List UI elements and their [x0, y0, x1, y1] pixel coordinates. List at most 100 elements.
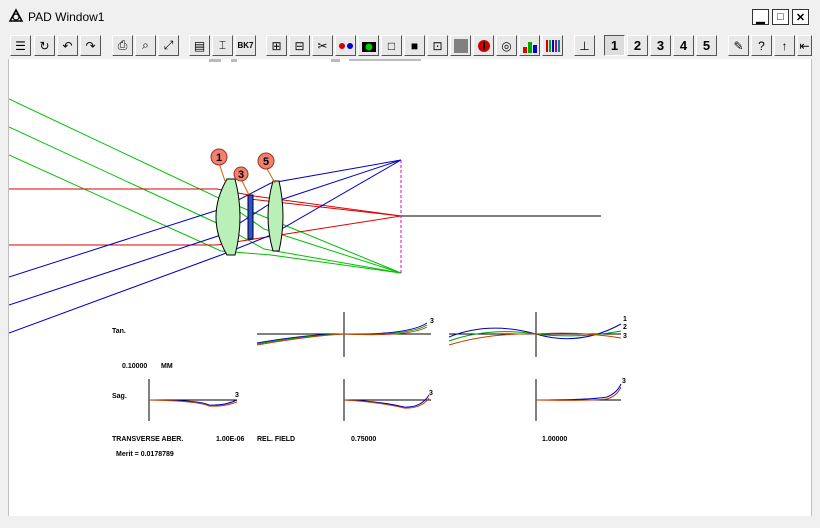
field-button-3[interactable]: 3 [650, 35, 671, 56]
target-icon: ◎ [501, 38, 512, 53]
expand-icon: ⊡ [432, 38, 443, 53]
refresh-button[interactable]: ↻ [34, 35, 55, 56]
hidden-header-mark [331, 59, 340, 62]
red-ray [9, 188, 402, 217]
stop-button[interactable] [473, 35, 494, 56]
field-button-4-label: 4 [679, 38, 688, 53]
lens-element-2[interactable] [247, 194, 254, 240]
aberration-title: TRANSVERSE ABER. [112, 436, 183, 443]
redo-icon: ↷ [85, 38, 96, 53]
magnifier-icon: ⌕ [142, 38, 149, 52]
table-icon: ⌶ [218, 38, 227, 52]
empty-square-icon: □ [387, 38, 396, 53]
sag-curve-label: 3 [235, 392, 239, 399]
sag-curve-3 [148, 399, 238, 407]
blue-ray [8, 159, 402, 278]
ruler-button[interactable]: ⊥ [574, 35, 595, 56]
camera-icon [361, 41, 376, 52]
undo-icon: ↶ [62, 38, 73, 53]
black-box-button[interactable]: ■ [404, 35, 425, 56]
color-graph-button[interactable] [519, 35, 540, 56]
white-box-button[interactable]: □ [381, 35, 402, 56]
tan-curve-label: 3 [430, 318, 434, 325]
adjust-button[interactable]: ☰ [10, 35, 31, 56]
dots-button[interactable] [335, 35, 356, 56]
label-leader [265, 166, 276, 184]
draw-button[interactable]: ✎ [728, 35, 749, 56]
maximize-button[interactable]: □ [772, 9, 789, 25]
scale-unit: MM [161, 363, 173, 370]
wavelength-value: 1.00E-06 [216, 436, 245, 443]
ray-table-button[interactable]: ⌶ [212, 35, 233, 56]
app-icon [8, 8, 24, 22]
tan-curve-3 [448, 332, 622, 346]
first-button[interactable]: ⇤ [797, 35, 812, 56]
redo-button[interactable]: ↷ [80, 35, 101, 56]
field-button-1-label: 1 [610, 38, 619, 53]
tan-plot-field-2: 3 [256, 312, 434, 357]
spreadsheet-button[interactable]: ▤ [189, 35, 210, 56]
scissors-icon: ✂ [317, 38, 328, 53]
field-button-4[interactable]: 4 [673, 35, 694, 56]
sag-plot-field-3: 3 [535, 378, 626, 421]
close-button[interactable]: ✕ [792, 9, 809, 25]
hidden-header-mark [231, 59, 237, 62]
color-bars-icon [522, 41, 537, 53]
tan-plot-field-3: 1 2 3 [448, 312, 627, 357]
sag-label: Sag. [112, 393, 127, 400]
delete-button[interactable]: ⊟ [289, 35, 310, 56]
help-button[interactable]: ? [751, 35, 772, 56]
expand-button[interactable]: ⊡ [427, 35, 448, 56]
field-button-3-label: 3 [656, 38, 665, 53]
title-bar: PAD Window1 ▁ □ ✕ [0, 0, 820, 31]
camera-button[interactable] [358, 35, 379, 56]
up-button[interactable]: ↑ [774, 35, 795, 56]
sliders-icon: ☰ [15, 38, 26, 53]
hidden-header-mark [209, 59, 221, 62]
field-button-5-label: 5 [702, 38, 711, 53]
minimize-button[interactable]: ▁ [752, 9, 769, 25]
lens-element-1[interactable] [215, 178, 241, 256]
merit-value: Merit = 0.0178789 [116, 451, 174, 458]
insert-grid-icon: ⊞ [271, 38, 282, 53]
fit-button[interactable]: ⤢ [158, 35, 179, 56]
target-button[interactable]: ◎ [496, 35, 517, 56]
tan-curve-2 [448, 330, 622, 342]
printer-icon: ⎙ [117, 38, 128, 52]
undo-button[interactable]: ↶ [57, 35, 78, 56]
surface-label-5: 5 [263, 156, 269, 168]
tan-curve-1 [448, 323, 622, 340]
red-ray-bundle [9, 188, 402, 246]
drawing-canvas[interactable]: 1 3 5 Tan. 3 1 2 3 0.10000 MM Sag. 3 3 3… [8, 59, 812, 516]
glass-label: BK7 [237, 41, 254, 50]
sag-plot-field-2: 3 [343, 379, 433, 421]
field-button-5[interactable]: 5 [696, 35, 717, 56]
gray-square-icon [453, 38, 468, 53]
zoom-button[interactable]: ⌕ [135, 35, 156, 56]
sag-curve-3 [535, 386, 622, 401]
hidden-header-mark [349, 59, 421, 61]
green-ray-bundle [8, 98, 402, 274]
print-button[interactable]: ⎙ [112, 35, 133, 56]
grid-icon: ▤ [193, 38, 206, 53]
minimize-icon: ▁ [756, 11, 765, 24]
field-button-2[interactable]: 2 [627, 35, 648, 56]
insert-button[interactable]: ⊞ [266, 35, 287, 56]
field-value-2: 1.00000 [542, 436, 567, 443]
field-button-1[interactable]: 1 [604, 35, 625, 56]
spectrum-button[interactable] [542, 35, 563, 56]
tan-curve-label: 1 [623, 316, 627, 323]
green-ray [8, 98, 402, 274]
glass-button[interactable]: BK7 [235, 35, 256, 56]
blue-ray [8, 159, 402, 334]
fit-window-icon: ⤢ [163, 38, 174, 52]
lens-drawing: 1 3 5 Tan. 3 1 2 3 0.10000 MM Sag. 3 3 3… [8, 59, 627, 458]
sag-curve-label: 3 [429, 390, 433, 397]
close-icon: ✕ [795, 11, 806, 24]
field-label: REL. FIELD [257, 436, 295, 443]
dots-icon [338, 42, 353, 49]
cut-button[interactable]: ✂ [312, 35, 333, 56]
gray-box-button[interactable] [450, 35, 471, 56]
lens-element-3[interactable] [267, 180, 284, 252]
spectrum-icon [545, 39, 560, 52]
